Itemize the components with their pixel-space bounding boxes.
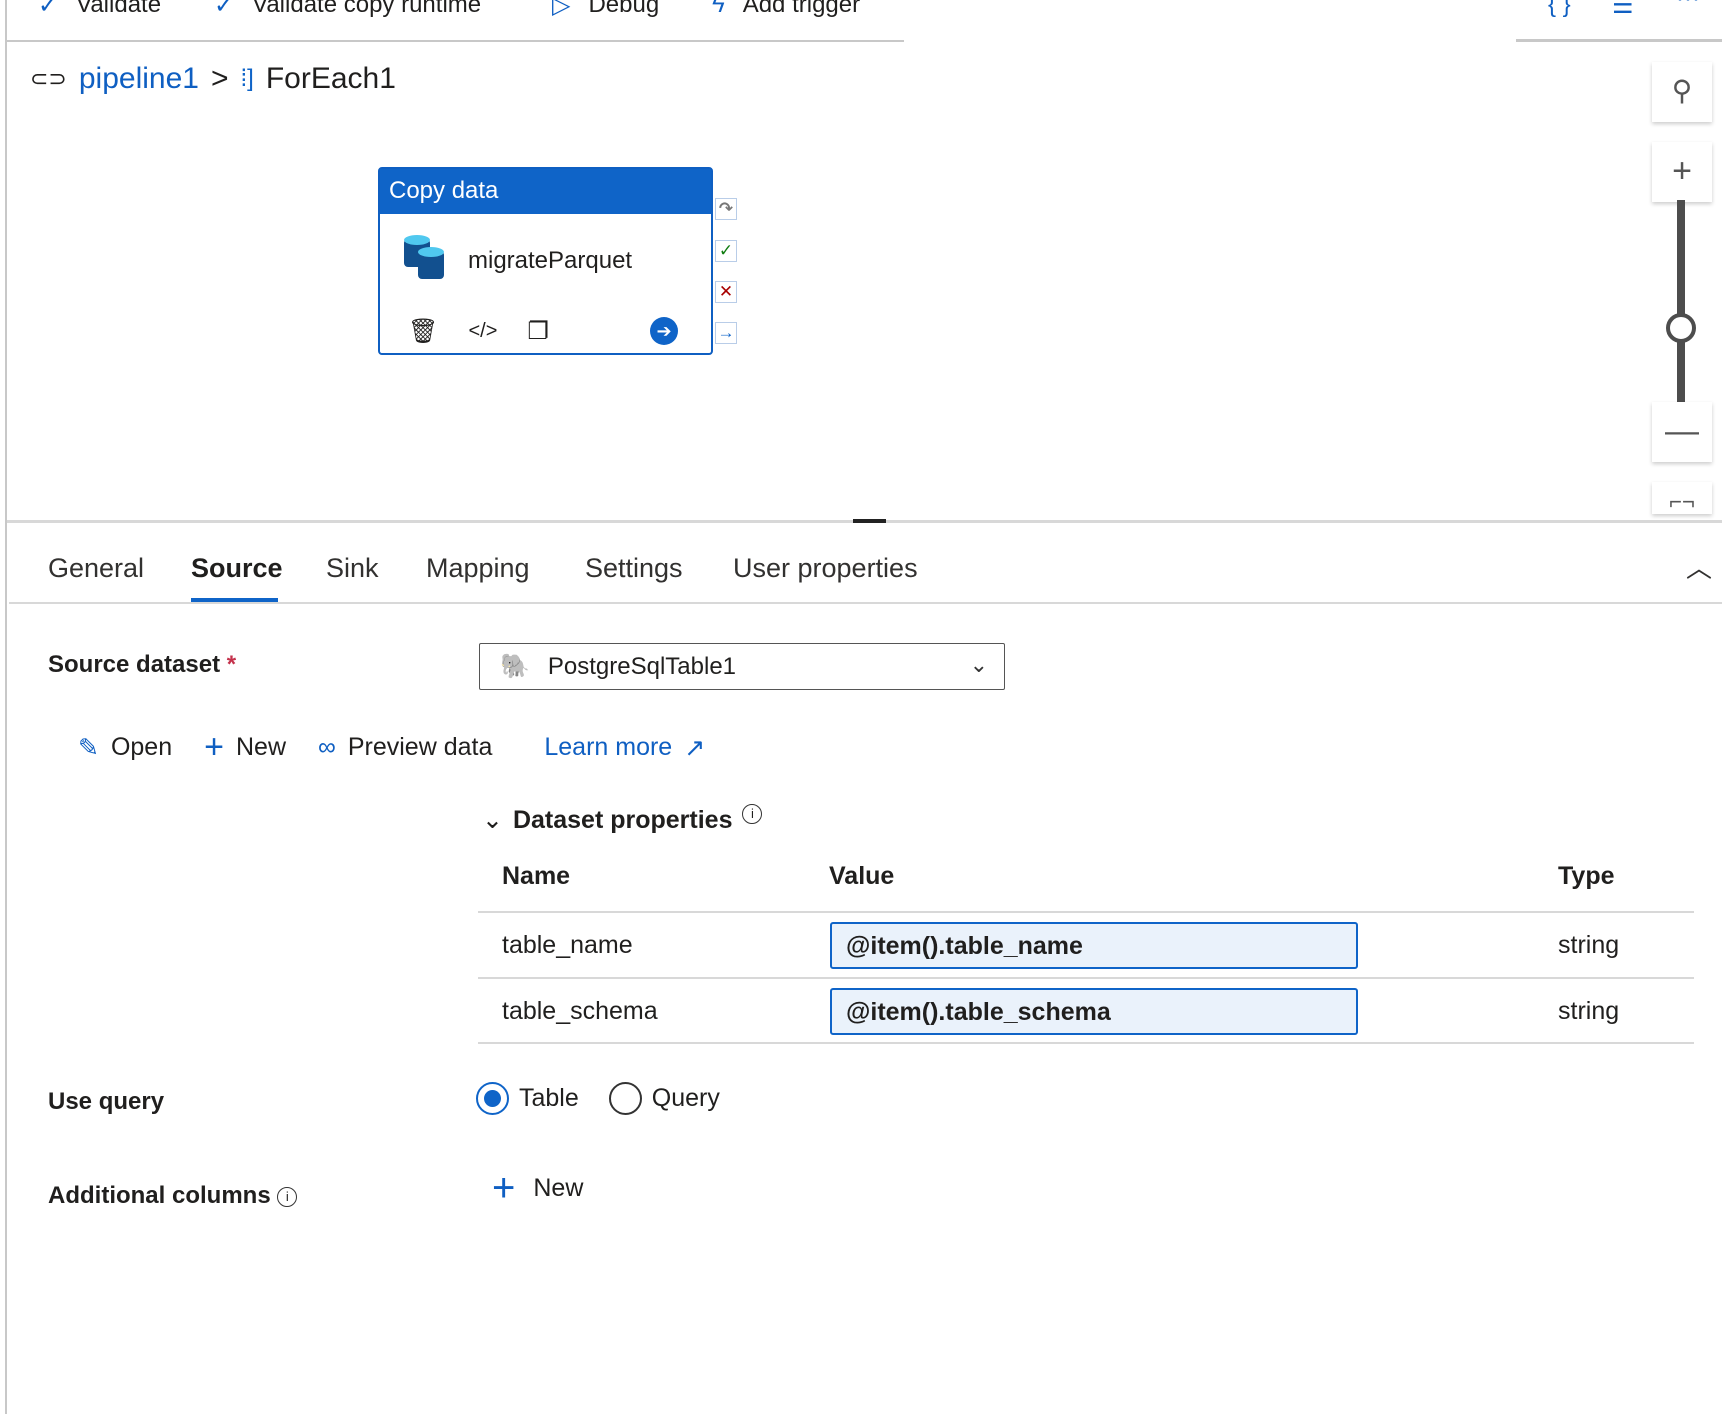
tab-mapping[interactable]: Mapping — [426, 553, 530, 584]
new-dataset-button[interactable]: + New — [204, 728, 286, 767]
preview-data-button[interactable]: ∞ Preview data — [318, 733, 492, 762]
zoom-slider-thumb[interactable] — [1666, 313, 1696, 343]
properties-button[interactable]: ☰ — [1612, 0, 1634, 20]
tab-user-properties[interactable]: User properties — [733, 553, 918, 584]
property-value-input[interactable]: @item().table_schema — [830, 988, 1358, 1035]
collapse-panel-button[interactable]: ︿ — [1686, 548, 1712, 585]
trigger-icon: ϟ — [712, 0, 725, 18]
fit-icon: ⌐¬ — [1669, 489, 1695, 514]
dataset-value: PostgreSqlTable1 — [547, 652, 737, 680]
search-icon: ⚲ — [1671, 75, 1693, 106]
add-column-button[interactable]: + New — [492, 1166, 583, 1211]
radio-query[interactable] — [608, 1082, 642, 1115]
property-name: table_schema — [502, 997, 658, 1025]
table-divider — [478, 977, 1694, 979]
postgresql-icon: 🐘 — [500, 653, 530, 680]
use-query-label: Use query — [48, 1088, 165, 1115]
tab-divider — [9, 602, 1722, 604]
column-header-value: Value — [829, 862, 895, 890]
delete-icon[interactable]: 🗑 — [408, 317, 438, 346]
property-type: string — [1558, 997, 1620, 1025]
breadcrumb-pipeline-link[interactable]: pipeline1 — [79, 62, 199, 96]
tab-sink[interactable]: Sink — [326, 553, 379, 584]
column-header-type: Type — [1558, 862, 1615, 890]
database-icon — [404, 235, 444, 279]
breadcrumb-activity: ForEach1 — [265, 62, 396, 95]
activity-name: migrateParquet — [468, 247, 633, 274]
table-divider — [478, 911, 1694, 913]
validate-button[interactable]: ✓ Validate — [38, 0, 161, 20]
chevron-down-icon: ⌄ — [482, 806, 503, 834]
more-button[interactable]: ··· — [1676, 0, 1700, 14]
pipeline-icon: ⊂⊃ — [30, 66, 67, 91]
more-icon: ··· — [1676, 0, 1700, 13]
left-border — [5, 0, 7, 1414]
add-trigger-button[interactable]: ϟ Add trigger — [712, 0, 860, 20]
minus-icon: — — [1665, 412, 1699, 450]
completion-port-icon[interactable]: → — [715, 322, 737, 344]
column-header-name: Name — [502, 862, 571, 890]
property-value-input[interactable]: @item().table_name — [830, 922, 1358, 969]
copy-data-activity[interactable]: Copy data migrateParquet 🗑 </> ❐ ➔ — [378, 167, 713, 355]
failure-port-icon[interactable]: ✕ — [715, 281, 737, 303]
tab-source[interactable]: Source — [191, 553, 283, 584]
skip-port-icon[interactable]: ↷ — [715, 198, 737, 220]
property-type: string — [1558, 931, 1620, 959]
use-query-radio-group: Table Query — [476, 1082, 720, 1115]
glasses-icon: ∞ — [318, 733, 336, 761]
code-braces-icon: { } — [1548, 0, 1571, 18]
code-icon[interactable]: </> — [468, 320, 497, 343]
tab-settings[interactable]: Settings — [585, 553, 683, 584]
copy-icon[interactable]: ❐ — [527, 317, 549, 346]
dataset-properties-toggle[interactable]: ⌄ Dataset properties i — [482, 804, 763, 835]
plus-icon: + — [1672, 152, 1692, 190]
splitter-handle[interactable] — [853, 519, 886, 523]
search-canvas-button[interactable]: ⚲ — [1652, 62, 1712, 122]
play-icon: ▷ — [552, 0, 571, 19]
additional-columns-label: Additional columns i — [48, 1182, 298, 1210]
external-link-icon: ↗ — [684, 733, 706, 762]
zoom-slider[interactable] — [1677, 200, 1685, 402]
plus-icon: + — [492, 1166, 516, 1210]
chevron-down-icon: ⌄ — [969, 652, 988, 677]
plus-icon: + — [204, 728, 224, 766]
arrow-right-icon[interactable]: ➔ — [650, 317, 678, 345]
source-dataset-dropdown[interactable]: 🐘 PostgreSqlTable1 ⌄ — [479, 643, 1005, 690]
learn-more-link[interactable]: Learn more ↗ — [544, 733, 705, 763]
validate-copy-runtime-button[interactable]: ✓ Validate copy runtime — [214, 0, 481, 20]
fit-to-screen-button[interactable]: ⌐¬ — [1652, 482, 1712, 514]
info-icon[interactable]: i — [742, 804, 763, 824]
code-button[interactable]: { } — [1548, 0, 1571, 20]
properties-settings-icon: ☰ — [1612, 0, 1634, 19]
debug-button[interactable]: ▷ Debug — [552, 0, 659, 20]
foreach-icon: ⁞] — [240, 65, 254, 92]
checkmark-icon: ✓ — [214, 0, 235, 19]
chevron-up-icon: ︿ — [1686, 553, 1713, 583]
tab-general[interactable]: General — [48, 553, 144, 584]
breadcrumb-separator: > — [210, 62, 229, 95]
radio-table[interactable] — [476, 1082, 509, 1115]
breadcrumb: ⊂⊃ pipeline1 > ⁞] ForEach1 — [30, 62, 396, 96]
checkmark-icon: ✓ — [38, 0, 59, 19]
zoom-in-button[interactable]: + — [1652, 142, 1712, 202]
success-port-icon[interactable]: ✓ — [715, 240, 737, 262]
property-name: table_name — [502, 931, 633, 959]
open-dataset-button[interactable]: ✎ Open — [78, 733, 172, 763]
info-icon[interactable]: i — [277, 1186, 298, 1207]
required-marker: * — [226, 651, 237, 678]
zoom-out-button[interactable]: — — [1652, 402, 1712, 462]
toolbar-divider — [1516, 39, 1722, 42]
toolbar-divider — [7, 40, 904, 42]
source-dataset-label: Source dataset * — [48, 651, 237, 678]
table-divider — [478, 1042, 1694, 1044]
activity-type: Copy data — [380, 169, 711, 214]
pencil-icon: ✎ — [78, 733, 99, 762]
